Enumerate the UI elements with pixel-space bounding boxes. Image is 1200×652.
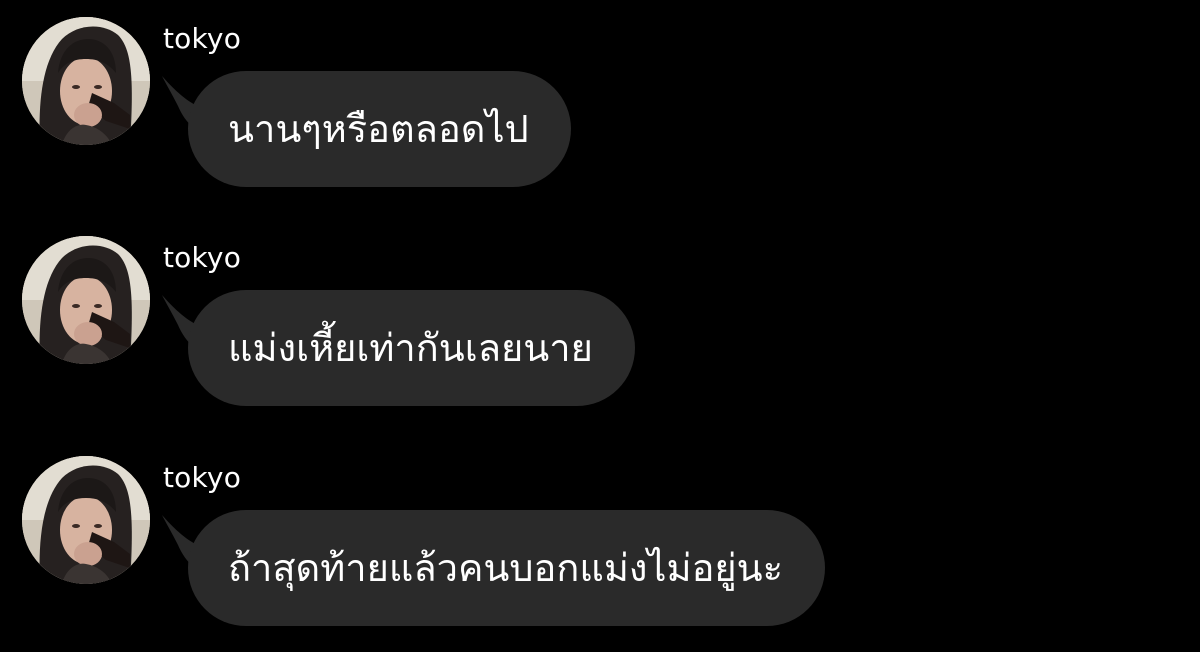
avatar[interactable] bbox=[22, 17, 150, 145]
message-row: tokyo นานๆหรือตลอดไป bbox=[0, 0, 1200, 190]
message-bubble[interactable]: แม่งเหี้ยเท่ากันเลยนาย bbox=[188, 290, 635, 406]
chat-thread: tokyo นานๆหรือตลอดไป tokyo แม่งเหี้ยเท่า… bbox=[0, 0, 1200, 652]
message-bubble[interactable]: นานๆหรือตลอดไป bbox=[188, 71, 571, 187]
message-row: tokyo ถ้าสุดท้ายแล้วคนบอกแม่งไม่อยู่นะ bbox=[0, 439, 1200, 629]
profile-photo-icon bbox=[22, 17, 150, 145]
sender-username[interactable]: tokyo bbox=[163, 461, 241, 495]
message-row: tokyo แม่งเหี้ยเท่ากันเลยนาย bbox=[0, 219, 1200, 409]
profile-photo-icon bbox=[22, 236, 150, 364]
avatar[interactable] bbox=[22, 236, 150, 364]
profile-photo-icon bbox=[22, 456, 150, 584]
sender-username[interactable]: tokyo bbox=[163, 22, 241, 56]
sender-username[interactable]: tokyo bbox=[163, 241, 241, 275]
avatar[interactable] bbox=[22, 456, 150, 584]
message-bubble[interactable]: ถ้าสุดท้ายแล้วคนบอกแม่งไม่อยู่นะ bbox=[188, 510, 826, 626]
